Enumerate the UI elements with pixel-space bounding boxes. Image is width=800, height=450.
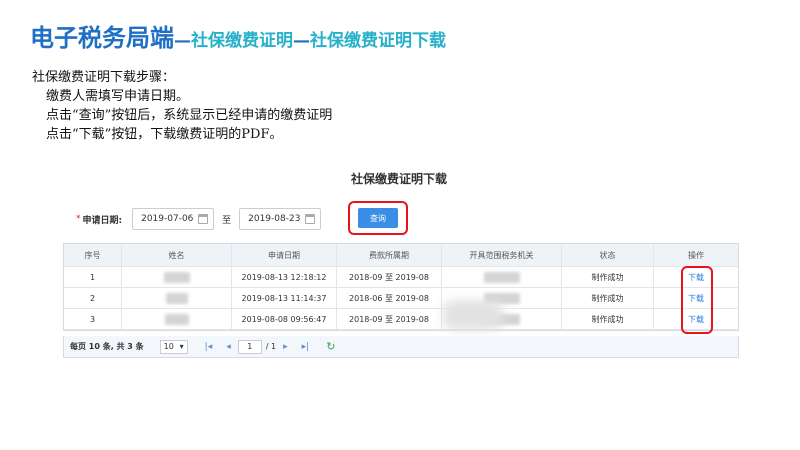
title-separator: — xyxy=(293,31,310,51)
row-no: 3 xyxy=(64,309,122,329)
page-size-value: 10 xyxy=(163,342,174,351)
date-filter: * 申请日期: 2019-07-06 至 2019-08-23 xyxy=(76,208,322,230)
pagination-bar: 每页 10 条, 共 3 条 10 ▾ |◂ ◂ 1 / 1 ▸ ▸| ↻ xyxy=(63,336,739,358)
end-date-field[interactable]: 2019-08-23 xyxy=(239,208,322,230)
row-period: 2018-09 至 2019-08 xyxy=(337,267,442,287)
refresh-icon[interactable]: ↻ xyxy=(326,340,335,353)
to-label: 至 xyxy=(222,215,232,226)
steps-text: 社保缴费证明下载步骤： 缴费人需填写申请日期。 点击“查询”按钮后，系统显示已经… xyxy=(32,68,332,144)
query-button[interactable]: 查询 xyxy=(358,208,398,228)
table-row: 1 2019-08-13 12:18:12 2018-09 至 2019-08 … xyxy=(64,267,738,288)
steps-heading: 社保缴费证明下载步骤： xyxy=(32,70,176,85)
row-status: 制作成功 xyxy=(562,267,654,287)
date-label: 申请日期: xyxy=(82,215,123,226)
name-redacted xyxy=(122,288,232,308)
screenshot-panel: 社保缴费证明下载 * 申请日期: 2019-07-06 至 2019-08-23… xyxy=(58,168,740,368)
slide-title-sub1: 社保缴费证明 xyxy=(191,31,293,51)
table-row: 2 2019-08-13 11:14:37 2018-06 至 2019-08 … xyxy=(64,288,738,309)
download-highlight xyxy=(681,266,713,334)
slide-title: 电子税务局端—社保缴费证明—社保缴费证明下载 xyxy=(30,18,446,52)
tax-office-redacted xyxy=(442,267,562,287)
row-apply-date: 2019-08-13 12:18:12 xyxy=(232,267,337,287)
required-mark: * xyxy=(76,214,81,224)
header-name: 姓名 xyxy=(122,244,232,266)
name-redacted xyxy=(122,267,232,287)
row-status: 制作成功 xyxy=(562,309,654,329)
total-pages: / 1 xyxy=(265,342,277,351)
header-period: 费款所属期 xyxy=(337,244,442,266)
slide-title-main: 电子税务局端 xyxy=(30,24,174,52)
pager-summary: 每页 10 条, 共 3 条 xyxy=(70,342,144,351)
end-date-value: 2019-08-23 xyxy=(248,214,301,224)
prev-page-icon[interactable]: ◂ xyxy=(226,342,231,352)
row-no: 2 xyxy=(64,288,122,308)
page-size-select[interactable]: 10 ▾ xyxy=(159,339,188,354)
header-action: 操作 xyxy=(688,250,704,260)
row-status: 制作成功 xyxy=(562,288,654,308)
first-page-icon[interactable]: |◂ xyxy=(205,342,213,352)
title-separator: — xyxy=(174,31,191,51)
last-page-icon[interactable]: ▸| xyxy=(302,342,310,352)
page-number-input[interactable]: 1 xyxy=(237,339,262,354)
row-period: 2018-06 至 2019-08 xyxy=(337,288,442,308)
name-redacted xyxy=(122,309,232,329)
chevron-down-icon: ▾ xyxy=(179,342,184,351)
slide-title-sub2: 社保缴费证明下载 xyxy=(310,31,446,51)
step-item: 点击“下载”按钮，下载缴费证明的PDF。 xyxy=(46,127,283,142)
table-header: 序号 姓名 申请日期 费款所属期 开具范围税务机关 状态 操作 xyxy=(64,244,738,267)
step-item: 缴费人需填写申请日期。 xyxy=(46,89,190,104)
header-apply-date: 申请日期 xyxy=(232,244,337,266)
header-status: 状态 xyxy=(562,244,654,266)
redaction-blur xyxy=(443,300,503,330)
row-no: 1 xyxy=(64,267,122,287)
start-date-field[interactable]: 2019-07-06 xyxy=(132,208,215,230)
page-heading: 社保缴费证明下载 xyxy=(350,172,447,186)
row-period: 2018-09 至 2019-08 xyxy=(337,309,442,329)
header-tax-office: 开具范围税务机关 xyxy=(442,244,562,266)
table-row: 3 2019-08-08 09:56:47 2018-09 至 2019-08 … xyxy=(64,309,738,330)
row-apply-date: 2019-08-13 11:14:37 xyxy=(232,288,337,308)
header-no: 序号 xyxy=(64,244,122,266)
row-apply-date: 2019-08-08 09:56:47 xyxy=(232,309,337,329)
calendar-icon[interactable] xyxy=(198,214,209,224)
query-highlight: 查询 xyxy=(348,201,408,235)
calendar-icon[interactable] xyxy=(305,214,316,224)
next-page-icon[interactable]: ▸ xyxy=(283,342,288,352)
current-page-value: 1 xyxy=(247,342,253,351)
step-item: 点击“查询”按钮后，系统显示已经申请的缴费证明 xyxy=(46,108,333,123)
start-date-value: 2019-07-06 xyxy=(141,214,194,224)
certificate-table: 序号 姓名 申请日期 费款所属期 开具范围税务机关 状态 操作 1 2019-0… xyxy=(63,243,739,331)
